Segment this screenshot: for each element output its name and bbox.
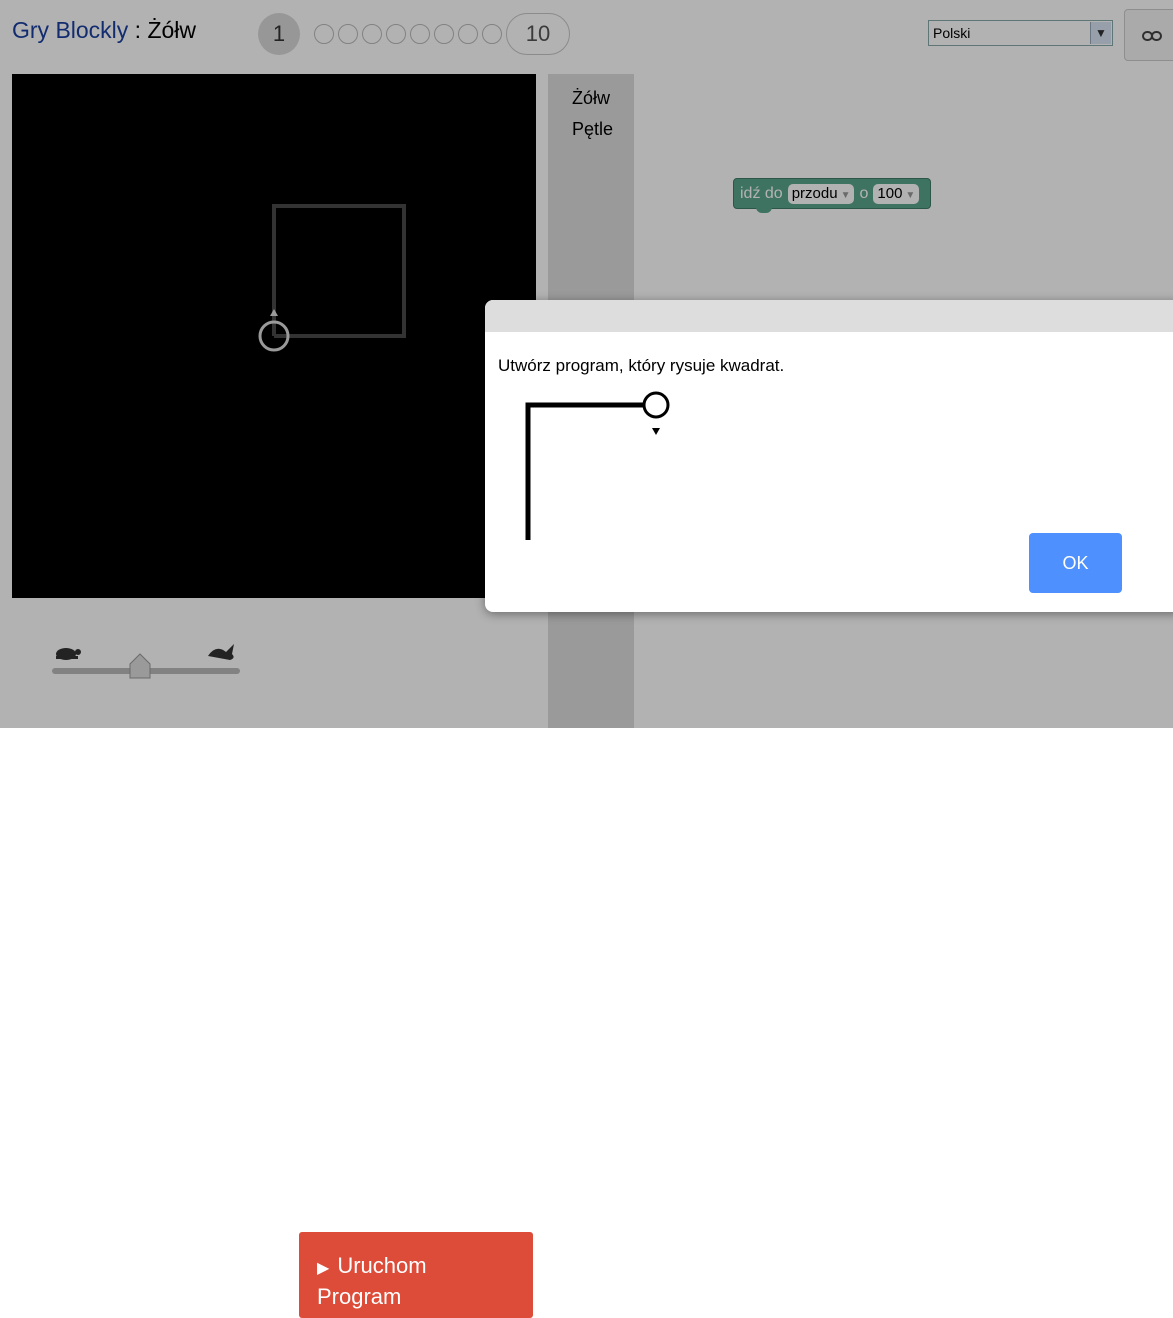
dialog-message: Utwórz program, który rysuje kwadrat. [498, 356, 785, 375]
turtle-direction-icon [652, 428, 660, 435]
run-label-line2: Program [317, 1284, 402, 1309]
turtle-icon [642, 391, 670, 419]
play-icon: ▶ [317, 1260, 330, 1277]
instruction-illustration [525, 391, 670, 540]
dialog-header [485, 300, 1173, 332]
ok-button[interactable]: OK [1029, 533, 1122, 593]
instruction-dialog: Utwórz program, który rysuje kwadrat. OK [485, 300, 1173, 612]
run-program-button[interactable]: ▶ Uruchom Program [299, 1232, 533, 1318]
run-label-line1: Uruchom [337, 1253, 427, 1278]
